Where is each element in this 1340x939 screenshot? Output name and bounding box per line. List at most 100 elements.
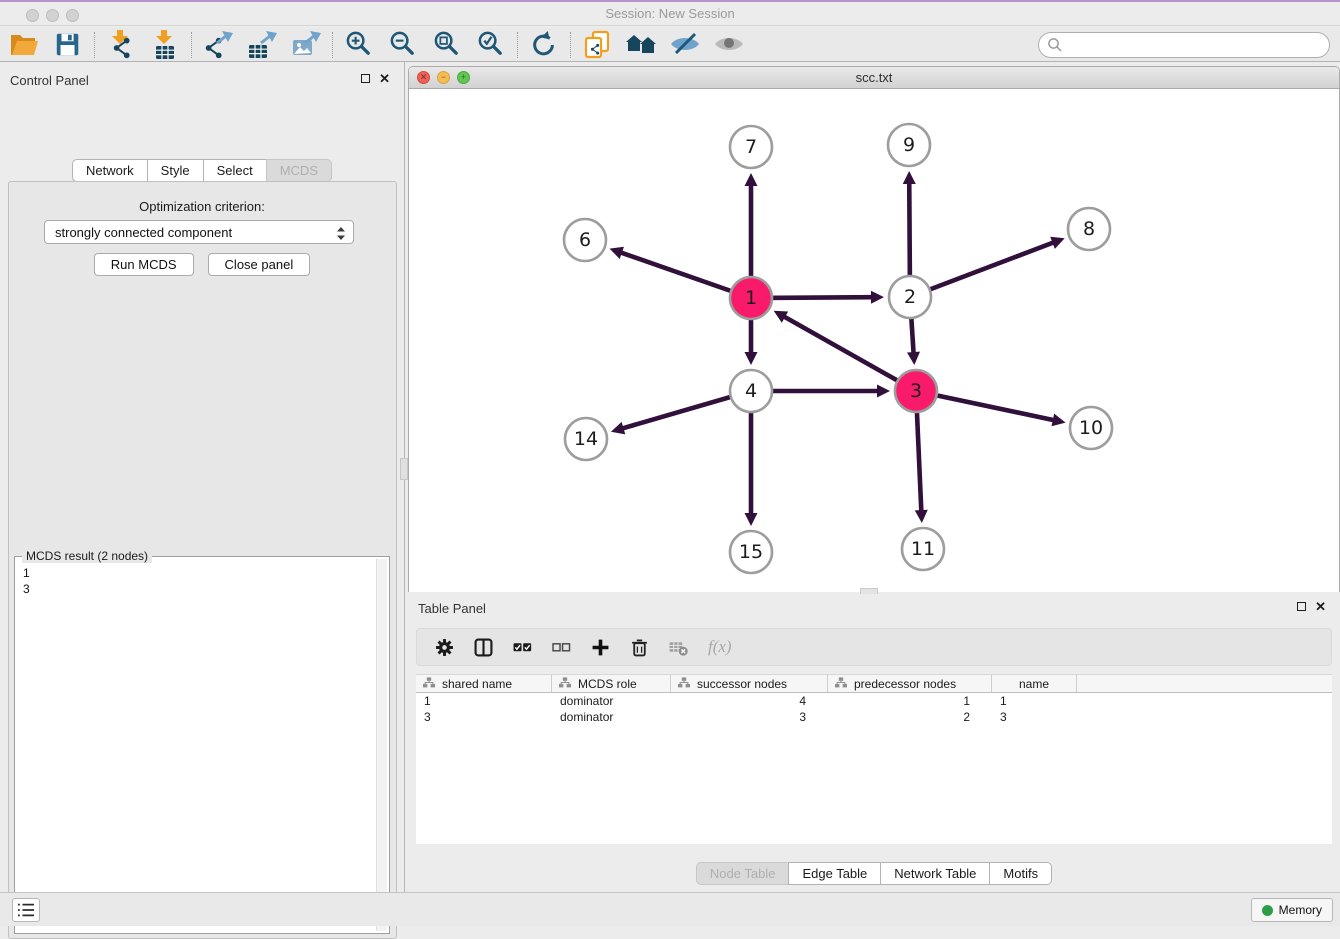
gear-icon[interactable] xyxy=(435,635,454,659)
node-1[interactable]: 1 xyxy=(730,277,772,319)
edge-3-1[interactable] xyxy=(774,311,916,391)
table-tab-motifs[interactable]: Motifs xyxy=(989,862,1052,885)
hide-selected-icon[interactable] xyxy=(669,30,701,60)
open-file-icon[interactable] xyxy=(8,30,40,60)
svg-text:9: 9 xyxy=(903,134,915,156)
dropdown-stepper-icon xyxy=(335,226,347,241)
zoom-fit-icon[interactable] xyxy=(431,30,463,60)
svg-text:15: 15 xyxy=(739,541,763,563)
tab-mcds[interactable]: MCDS xyxy=(266,159,332,182)
table-cell: 4 xyxy=(671,694,828,708)
run-mcds-button[interactable]: Run MCDS xyxy=(94,253,194,276)
tab-style[interactable]: Style xyxy=(147,159,204,182)
delete-table-icon[interactable] xyxy=(669,635,688,659)
control-panel-title: Control Panel xyxy=(10,73,89,88)
function-builder-icon[interactable]: f(x) xyxy=(708,635,732,659)
node-15[interactable]: 15 xyxy=(730,531,772,573)
network-minimize-icon[interactable]: − xyxy=(437,71,450,84)
column-header-label: shared name xyxy=(442,677,512,691)
shared-column-icon xyxy=(559,677,571,691)
select-all-checkbox-icon[interactable] xyxy=(513,635,532,659)
column-header-label: predecessor nodes xyxy=(854,677,956,691)
minimize-window-icon[interactable] xyxy=(46,9,59,22)
edge-1-6[interactable] xyxy=(610,247,751,298)
window-traffic-lights[interactable] xyxy=(26,9,79,22)
mcds-result-scrollbar[interactable] xyxy=(376,559,387,931)
network-maximize-icon[interactable]: + xyxy=(457,71,470,84)
save-session-icon[interactable] xyxy=(52,30,84,60)
network-close-icon[interactable]: ✕ xyxy=(417,71,430,84)
app-titlebar: Session: New Session xyxy=(0,0,1340,26)
tab-network[interactable]: Network xyxy=(72,159,148,182)
node-8[interactable]: 8 xyxy=(1068,208,1110,250)
import-network-icon[interactable] xyxy=(105,30,137,60)
table-cell: 1 xyxy=(416,694,552,708)
node-3[interactable]: 3 xyxy=(895,370,937,412)
node-7[interactable]: 7 xyxy=(730,126,772,168)
optimization-criterion-dropdown[interactable]: strongly connected component xyxy=(44,220,354,244)
columns-icon[interactable] xyxy=(474,635,493,659)
close-panel-icon[interactable]: ✕ xyxy=(379,74,390,83)
refresh-layout-icon[interactable] xyxy=(528,30,560,60)
table-row[interactable]: 3dominator323 xyxy=(416,709,1332,725)
import-table-icon[interactable] xyxy=(149,30,181,60)
table-panel: Table Panel ✕ f(x) shared nameMCDS roles… xyxy=(408,594,1340,890)
table-tab-node-table[interactable]: Node Table xyxy=(696,862,790,885)
column-header-shared-name[interactable]: shared name xyxy=(416,675,552,692)
delete-column-icon[interactable] xyxy=(630,635,649,659)
node-4[interactable]: 4 xyxy=(730,370,772,412)
export-table-icon[interactable] xyxy=(246,30,278,60)
column-header-MCDS-role[interactable]: MCDS role xyxy=(552,675,671,692)
toolbar-separator xyxy=(94,32,95,58)
table-cell: 2 xyxy=(828,710,992,724)
column-header-successor-nodes[interactable]: successor nodes xyxy=(671,675,828,692)
svg-text:3: 3 xyxy=(910,380,922,402)
clone-network-icon[interactable] xyxy=(581,30,613,60)
table-cell: dominator xyxy=(552,710,671,724)
memory-button[interactable]: Memory xyxy=(1251,898,1333,922)
close-panel-button[interactable]: Close panel xyxy=(208,253,311,276)
node-2[interactable]: 2 xyxy=(889,276,931,318)
table-tab-network-table[interactable]: Network Table xyxy=(880,862,990,885)
zoom-selected-icon[interactable] xyxy=(475,30,507,60)
float-table-panel-icon[interactable] xyxy=(1297,602,1306,611)
export-network-icon[interactable] xyxy=(202,30,234,60)
node-14[interactable]: 14 xyxy=(565,418,607,460)
node-10[interactable]: 10 xyxy=(1070,407,1112,449)
network-window-traffic-lights: ✕ − + xyxy=(417,71,470,84)
close-table-panel-icon[interactable]: ✕ xyxy=(1315,602,1326,611)
export-image-icon[interactable] xyxy=(290,30,322,60)
table-tab-edge-table[interactable]: Edge Table xyxy=(788,862,881,885)
edge-2-8[interactable] xyxy=(910,237,1065,297)
toolbar-separator xyxy=(332,32,333,58)
network-window-title: scc.txt xyxy=(409,67,1339,88)
svg-text:6: 6 xyxy=(579,229,591,251)
table-cell: 1 xyxy=(992,694,1077,708)
node-9[interactable]: 9 xyxy=(888,124,930,166)
add-column-icon[interactable] xyxy=(591,635,610,659)
tab-select[interactable]: Select xyxy=(203,159,267,182)
home-view-icon[interactable] xyxy=(625,30,657,60)
close-window-icon[interactable] xyxy=(26,9,39,22)
edge-3-10[interactable] xyxy=(916,391,1066,426)
node-6[interactable]: 6 xyxy=(564,219,606,261)
table-row[interactable]: 1dominator411 xyxy=(416,693,1332,709)
svg-text:14: 14 xyxy=(574,428,598,450)
search-input[interactable] xyxy=(1038,32,1330,58)
float-panel-icon[interactable] xyxy=(361,74,370,83)
column-header-predecessor-nodes[interactable]: predecessor nodes xyxy=(828,675,992,692)
zoom-in-icon[interactable] xyxy=(343,30,375,60)
deselect-all-checkbox-icon[interactable] xyxy=(552,635,571,659)
splitter-handle[interactable] xyxy=(400,458,408,480)
task-history-button[interactable] xyxy=(12,898,40,922)
zoom-out-icon[interactable] xyxy=(387,30,419,60)
node-11[interactable]: 11 xyxy=(902,528,944,570)
network-canvas[interactable]: 7 9 6 8 1 2 4 3 14 10 15 11 xyxy=(409,89,1339,592)
network-window-titlebar[interactable]: ✕ − + scc.txt xyxy=(409,67,1339,89)
maximize-window-icon[interactable] xyxy=(66,9,79,22)
column-header-name[interactable]: name xyxy=(992,675,1077,692)
memory-status-icon xyxy=(1262,905,1273,916)
show-all-icon[interactable] xyxy=(713,30,745,60)
shared-column-icon xyxy=(678,677,690,691)
table-cell: 3 xyxy=(416,710,552,724)
